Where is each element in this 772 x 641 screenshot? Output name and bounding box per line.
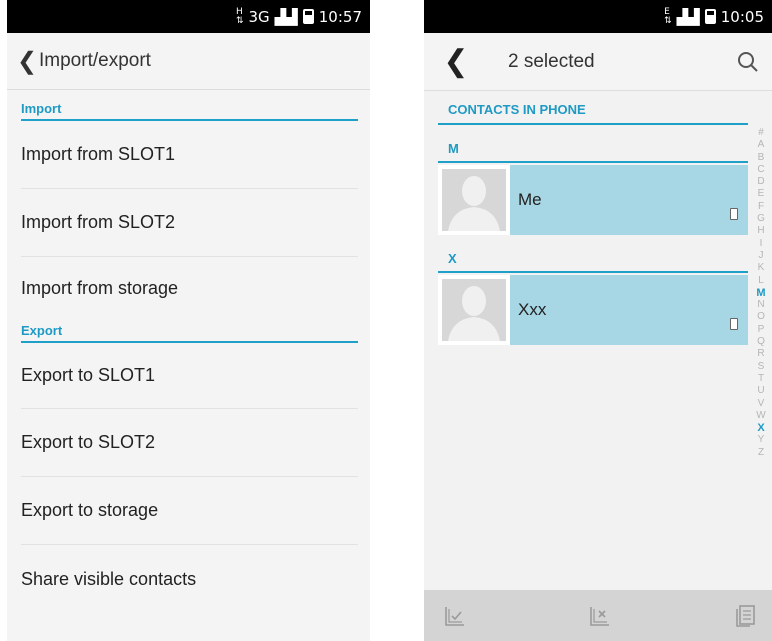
index-letter[interactable]: C [757,164,764,176]
index-letter[interactable]: Y [758,434,765,446]
contact-name-cell: Me [510,165,748,235]
avatar [438,165,510,235]
data-activity-icon: E ⇅ [664,6,672,26]
index-letter[interactable]: Q [757,336,765,348]
deselect-all-icon[interactable] [589,605,611,627]
app-bar: ❮ Import/export [7,33,370,90]
contact-name: Me [518,190,542,209]
avatar [438,275,510,345]
status-bar: H ⇅ 3G ▟▟ 10:57 [7,0,370,33]
menu-item-import-slot2[interactable]: Import from SLOT2 [21,189,358,257]
section-header-import: Import [21,90,358,121]
section-header-export: Export [21,319,358,343]
index-letter[interactable]: H [757,225,764,237]
index-letter[interactable]: P [758,324,765,336]
contact-list: CONTACTS IN PHONE M Me X Xxx [438,91,748,345]
alphabet-index[interactable]: # A B C D E F G H I J K L M N O P Q R S T U V W X Y Z [754,127,768,459]
default-contact-photo-icon [442,279,506,341]
selection-toolbar [424,590,772,641]
select-all-icon[interactable] [444,605,466,627]
selection-count: 2 selected [508,50,595,72]
index-letter[interactable]: Z [758,447,764,459]
menu-item-export-slot2[interactable]: Export to SLOT2 [21,409,358,477]
index-letter[interactable]: S [758,361,765,373]
clock: 10:57 [318,7,362,26]
index-letter[interactable]: K [758,262,765,274]
default-contact-photo-icon [442,169,506,231]
index-letter[interactable]: V [758,398,765,410]
signal-icon: ▟▟ [676,7,700,26]
index-letter[interactable]: W [756,410,765,422]
clock: 10:05 [720,7,764,26]
contact-row-me[interactable]: Me [438,165,748,235]
menu-item-import-slot1[interactable]: Import from SLOT1 [21,121,358,189]
import-export-screen: H ⇅ 3G ▟▟ 10:57 ❮ Import/export Import Im… [7,0,370,641]
menu-item-export-storage[interactable]: Export to storage [21,477,358,545]
contact-name: Xxx [518,300,547,319]
index-letter[interactable]: R [757,348,764,360]
phone-storage-icon [730,318,738,330]
index-letter[interactable]: I [760,238,763,250]
contact-row-xxx[interactable]: Xxx [438,275,748,345]
import-section: Import Import from SLOT1 Import from SLO… [7,90,370,319]
signal-icon: ▟▟ [274,7,298,26]
index-letter[interactable]: F [758,201,764,213]
data-activity-icon: H ⇅ [235,6,244,26]
page-title: Import/export [39,50,151,71]
battery-icon [302,9,314,24]
contacts-selection-screen: E ⇅ ▟▟ 10:05 ❮ 2 selected CONTACTS IN PHO… [424,0,772,641]
index-letter[interactable]: G [757,213,765,225]
battery-icon [704,9,716,24]
index-letter[interactable]: # [758,127,764,139]
index-letter[interactable]: E [758,188,765,200]
index-letter[interactable]: X [757,422,764,434]
letter-header-x: X [438,239,748,273]
index-letter[interactable]: T [758,373,764,385]
search-icon[interactable] [724,51,772,73]
menu-item-import-storage[interactable]: Import from storage [21,257,358,319]
index-letter[interactable]: L [758,275,764,287]
contact-name-cell: Xxx [510,275,748,345]
back-arrow-icon[interactable]: ❮ [424,44,488,79]
copy-icon[interactable] [734,604,756,628]
menu-item-export-slot1[interactable]: Export to SLOT1 [21,343,358,409]
export-section: Export Export to SLOT1 Export to SLOT2 E… [7,319,370,613]
status-bar: E ⇅ ▟▟ 10:05 [424,0,772,33]
network-type: 3G [248,7,270,26]
index-letter[interactable]: D [757,176,764,188]
menu-item-share-visible[interactable]: Share visible contacts [21,545,358,613]
index-letter[interactable]: N [757,299,764,311]
index-letter[interactable]: O [757,311,765,323]
letter-header-m: M [438,129,748,163]
selection-bar: ❮ 2 selected [424,33,772,91]
index-letter[interactable]: B [758,152,765,164]
back-arrow-icon[interactable]: ❮ [17,47,39,76]
contact-list-area: CONTACTS IN PHONE M Me X Xxx # A B C D E… [424,91,772,621]
index-letter[interactable]: M [756,287,765,299]
group-header: CONTACTS IN PHONE [438,91,748,125]
phone-storage-icon [730,208,738,220]
index-letter[interactable]: J [759,250,764,262]
index-letter[interactable]: U [757,385,764,397]
index-letter[interactable]: A [758,139,765,151]
